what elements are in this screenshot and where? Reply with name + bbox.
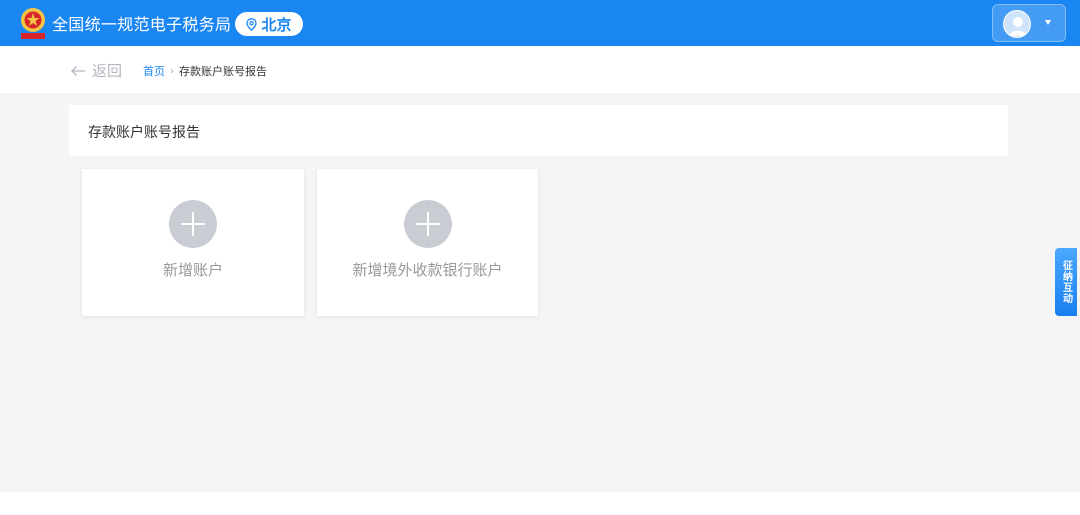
user-menu-button[interactable] xyxy=(992,4,1066,42)
top-header: 全国统一规范电子税务局 北京 xyxy=(0,0,1080,46)
add-account-card[interactable]: 新增账户 xyxy=(82,169,304,316)
arrow-left-icon xyxy=(71,65,85,76)
interaction-side-tab[interactable]: 征纳互动 xyxy=(1055,248,1077,316)
page-title: 存款账户账号报告 xyxy=(88,125,200,141)
chevron-down-icon xyxy=(1045,20,1051,25)
add-account-label: 新增账户 xyxy=(162,261,223,279)
location-selector[interactable]: 北京 xyxy=(235,12,303,36)
plus-circle-icon xyxy=(169,200,217,248)
side-tab-label: 征纳互动 xyxy=(1060,260,1072,304)
location-label: 北京 xyxy=(261,15,292,34)
user-avatar-icon xyxy=(1003,10,1031,38)
add-overseas-bank-account-card[interactable]: 新增境外收款银行账户 xyxy=(317,169,538,316)
footer-strip xyxy=(0,492,1080,515)
plus-circle-icon xyxy=(403,200,452,248)
back-label: 返回 xyxy=(92,62,123,80)
location-pin-icon xyxy=(246,17,258,31)
back-button[interactable]: 返回 xyxy=(70,60,122,81)
site-brand-title[interactable]: 全国统一规范电子税务局 xyxy=(52,11,231,35)
page-title-bar: 存款账户账号报告 xyxy=(69,105,1008,156)
breadcrumb-home-link[interactable]: 首页 xyxy=(143,63,165,79)
breadcrumb: 首页 › 存款账户账号报告 xyxy=(143,63,267,79)
breadcrumb-bar: 返回 首页 › 存款账户账号报告 xyxy=(0,46,1080,93)
tax-emblem-icon[interactable] xyxy=(17,6,49,40)
breadcrumb-current: 存款账户账号报告 xyxy=(179,65,267,78)
add-overseas-bank-account-label: 新增境外收款银行账户 xyxy=(352,261,503,279)
breadcrumb-separator: › xyxy=(170,65,174,77)
